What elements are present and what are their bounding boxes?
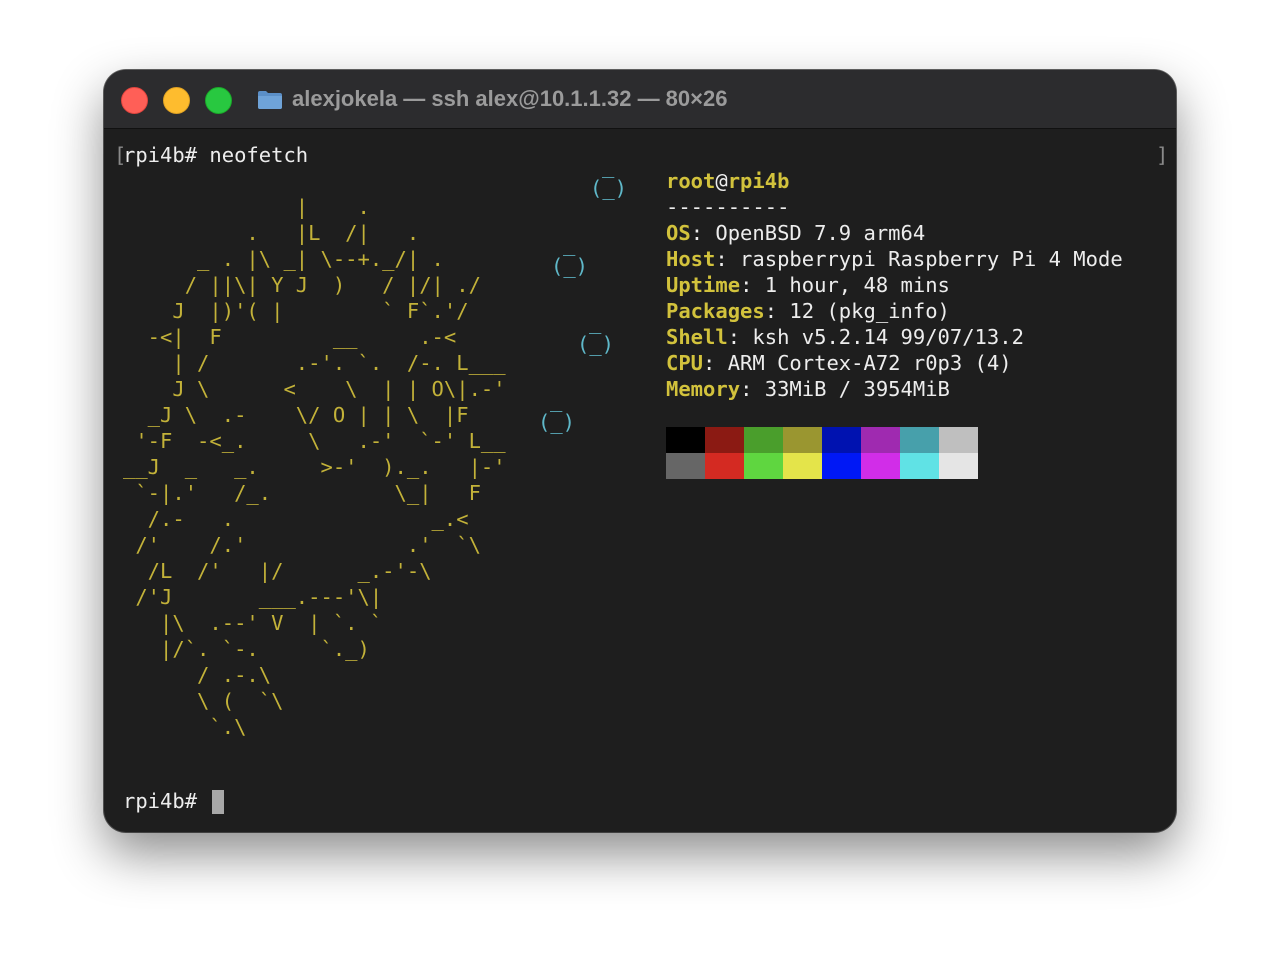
host-name: rpi4b [727, 169, 790, 193]
color-swatch [861, 453, 900, 479]
color-swatch [666, 453, 705, 479]
terminal-window: alexjokela — ssh alex@10.1.1.32 — 80×26 … [104, 70, 1176, 832]
ascii-art-line: . |L /| . [123, 221, 420, 245]
ascii-art-line: `.\ [123, 715, 247, 739]
color-swatch [900, 453, 939, 479]
info-value: : ARM Cortex-A72 r0p3 (4) [703, 351, 1012, 375]
folder-icon [258, 91, 282, 109]
command-line: rpi4b# neofetch [123, 143, 309, 167]
line-close-bracket: ] [1156, 143, 1169, 167]
info-field: Host: raspberrypi Raspberry Pi 4 Mode [666, 246, 1123, 272]
info-value: : 1 hour, 48 mins [740, 273, 950, 297]
ascii-art-line: J \ < \ | | O\|.-' [123, 377, 506, 401]
ascii-art-line: |/`. `-. `._) [123, 637, 370, 661]
ascii-art-line: -<| F __ .-< [123, 325, 457, 349]
close-button[interactable] [121, 87, 148, 114]
minimize-button[interactable] [163, 87, 190, 114]
color-swatch [744, 427, 783, 453]
ascii-art-line: J |)'( | ` F`.'/ [123, 299, 469, 323]
color-swatch [666, 427, 705, 453]
color-swatch [822, 427, 861, 453]
ascii-art-line: _J \ .- \/ O | | \ |F [123, 403, 469, 427]
ascii-art-line: __J _ _. >-' )._. |-' [123, 455, 506, 479]
bubble: (_) [538, 410, 576, 434]
ascii-art-line: `-|.' /_. \_| F [123, 481, 481, 505]
info-value: : OpenBSD 7.9 arm64 [690, 221, 926, 245]
info-label: Uptime [666, 273, 741, 297]
info-value: : ksh v5.2.14 99/07/13.2 [727, 325, 1024, 349]
info-field: OS: OpenBSD 7.9 arm64 [666, 220, 925, 246]
color-swatch [861, 427, 900, 453]
bubble: (_) [577, 332, 615, 356]
color-palette [666, 427, 978, 479]
user-name: root [666, 169, 716, 193]
ascii-art-line: _ . |\ _| \--+._/| . [123, 247, 444, 271]
bubble: (_) [590, 176, 628, 200]
info-value: : 33MiB / 3954MiB [740, 377, 950, 401]
color-swatch [822, 453, 861, 479]
ascii-art-line: | / .-'. `. /-. L___ [123, 351, 506, 375]
info-field: Packages: 12 (pkg_info) [666, 298, 950, 324]
info-label: Shell [666, 325, 728, 349]
color-swatch [900, 427, 939, 453]
window-title: alexjokela — ssh alex@10.1.1.32 — 80×26 [292, 86, 728, 111]
title-bar[interactable]: alexjokela — ssh alex@10.1.1.32 — 80×26 [104, 70, 1176, 129]
ascii-art-line: '-F -<_. \ .-' `-' L__ [123, 429, 506, 453]
color-swatch [783, 427, 822, 453]
info-field: Uptime: 1 hour, 48 mins [666, 272, 950, 298]
info-value: : 12 (pkg_info) [764, 299, 950, 323]
info-field: Shell: ksh v5.2.14 99/07/13.2 [666, 324, 1024, 350]
color-swatch [939, 427, 978, 453]
ascii-art-line: /'J ___.---'\| [123, 585, 383, 609]
terminal-content[interactable]: [ rpi4b# neofetch ] | . . |L /| . _ . |\… [104, 129, 1176, 832]
user-host: root@rpi4b [666, 168, 789, 194]
color-swatch [705, 427, 744, 453]
at-sign: @ [715, 169, 728, 193]
ascii-art-line: | . [123, 195, 370, 219]
ascii-art-line: /' /.' .' `\ [123, 533, 481, 557]
separator-line: ---------- [666, 195, 790, 219]
bubble: (_) [551, 254, 589, 278]
prompt: rpi4b# [123, 789, 210, 813]
ascii-art-line: \ ( `\ [123, 689, 284, 713]
info-label: Host [666, 247, 716, 271]
ascii-art-line: /L /' |/ _.-'-\ [123, 559, 432, 583]
text-cursor [212, 790, 224, 814]
color-swatch [939, 453, 978, 479]
ascii-art-line: /.- . _.< [123, 507, 469, 531]
color-swatch [705, 453, 744, 479]
ascii-art-line: / .-.\ [123, 663, 272, 687]
info-field: Memory: 33MiB / 3954MiB [666, 376, 950, 402]
info-label: OS [666, 221, 691, 245]
color-swatch [783, 453, 822, 479]
color-swatch [744, 453, 783, 479]
info-label: Memory [666, 377, 741, 401]
palette-row-normal [666, 427, 978, 453]
info-value: : raspberrypi Raspberry Pi 4 Mode [715, 247, 1123, 271]
info-label: Packages [666, 299, 765, 323]
ascii-art-line: / ||\| Y J ) / |/| ./ [123, 273, 481, 297]
info-field: CPU: ARM Cortex-A72 r0p3 (4) [666, 350, 1012, 376]
palette-row-bright [666, 453, 978, 479]
ascii-art-line: |\ .--' V | `. ` [123, 611, 383, 635]
info-label: CPU [666, 351, 704, 375]
zoom-button[interactable] [205, 87, 232, 114]
